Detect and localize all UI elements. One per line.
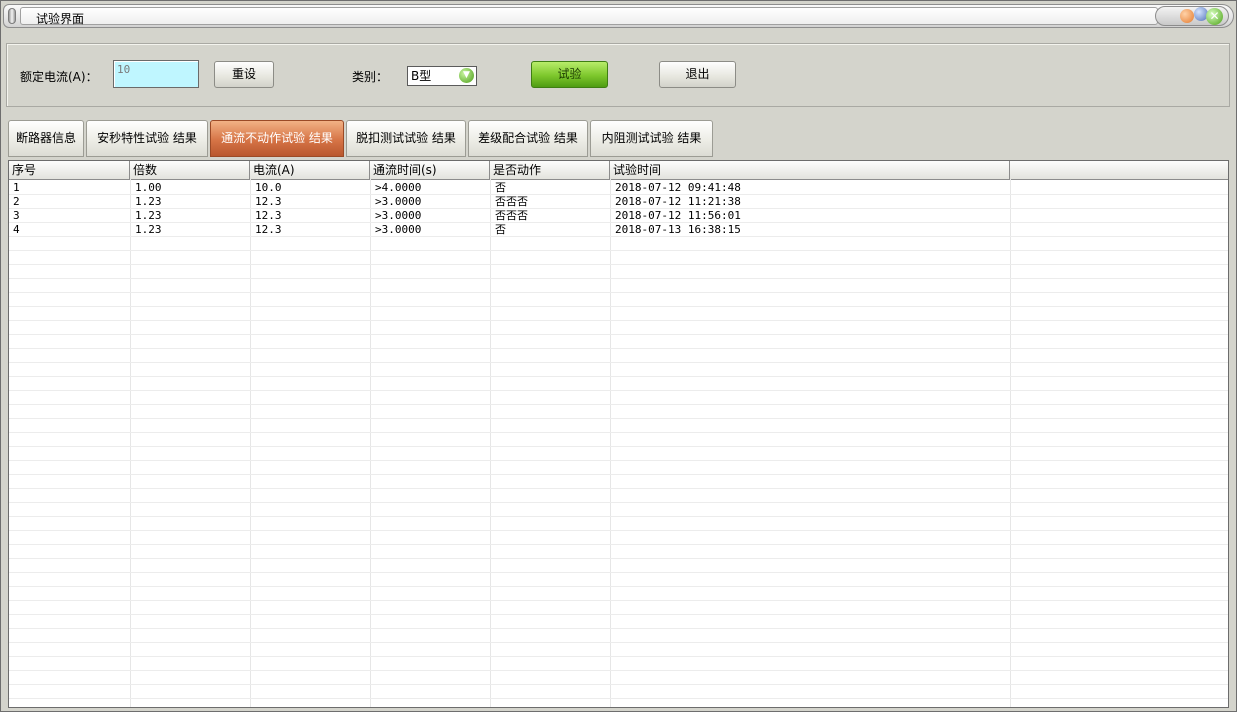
cell-multiple: 1.23	[135, 223, 162, 236]
reset-button[interactable]: 重设	[214, 61, 274, 88]
cell-tripped: 否	[495, 181, 506, 194]
results-table[interactable]: 序号 倍数 电流(A) 通流时间(s) 是否动作 试验时间 1 1.00 10.…	[8, 160, 1229, 708]
control-panel: 额定电流(A)： 10 重设 类别： B型 ▼ 试验 退出	[6, 43, 1230, 107]
table-header: 序号 倍数 电流(A) 通流时间(s) 是否动作 试验时间	[9, 161, 1228, 180]
grid-row-line	[9, 684, 1228, 685]
grid-row-line	[9, 278, 1228, 279]
grid-row-line	[9, 628, 1228, 629]
category-label: 类别：	[352, 70, 389, 84]
cell-duration: >4.0000	[375, 181, 422, 194]
grid-row-line	[9, 586, 1228, 587]
grid-row-line	[9, 530, 1228, 531]
grid-row-line	[9, 362, 1228, 363]
cell-test-time: 2018-07-13 16:38:15	[615, 223, 741, 236]
grid-row-line	[9, 572, 1228, 573]
tab-breaker-info[interactable]: 断路器信息	[8, 120, 84, 157]
cell-test-time: 2018-07-12 09:41:48	[615, 181, 741, 194]
grid-row-line	[9, 670, 1228, 671]
cell-current: 10.0	[255, 181, 282, 194]
grid-row-line	[9, 502, 1228, 503]
test-button[interactable]: 试验	[531, 61, 608, 88]
column-header-multiple[interactable]: 倍数	[130, 161, 250, 179]
title-tab	[20, 7, 1158, 25]
column-header-index[interactable]: 序号	[9, 161, 130, 179]
cell-tripped: 否否否	[495, 195, 528, 208]
category-select[interactable]: B型 ▼	[407, 66, 477, 86]
column-header-duration[interactable]: 通流时间(s)	[370, 161, 490, 179]
table-row[interactable]: 3 1.23 12.3 >3.0000 否否否 2018-07-12 11:56…	[9, 209, 1228, 223]
grid-row-line	[9, 348, 1228, 349]
grid-row-line	[9, 418, 1228, 419]
cell-duration: >3.0000	[375, 223, 422, 236]
column-header-empty	[1010, 161, 1228, 179]
grid-row-line	[9, 404, 1228, 405]
cell-duration: >3.0000	[375, 195, 422, 208]
column-header-tripped[interactable]: 是否动作	[490, 161, 610, 179]
cell-current: 12.3	[255, 209, 282, 222]
grid-row-line	[9, 292, 1228, 293]
cell-duration: >3.0000	[375, 209, 422, 222]
grid-row-line	[9, 432, 1228, 433]
title-bar[interactable]: 试验界面 ✕	[3, 4, 1234, 28]
grid-row-line	[9, 376, 1228, 377]
grid-row-line	[9, 320, 1228, 321]
cell-tripped: 否否否	[495, 209, 528, 222]
cell-index: 4	[13, 223, 20, 236]
grid-row-line	[9, 264, 1228, 265]
grid-row-line	[9, 544, 1228, 545]
cell-multiple: 1.23	[135, 209, 162, 222]
grid-row-line	[9, 446, 1228, 447]
cell-index: 2	[13, 195, 20, 208]
table-row[interactable]: 1 1.00 10.0 >4.0000 否 2018-07-12 09:41:4…	[9, 181, 1228, 195]
chevron-down-icon[interactable]: ▼	[459, 68, 474, 83]
cell-test-time: 2018-07-12 11:21:38	[615, 195, 741, 208]
grid-row-line	[9, 614, 1228, 615]
grid-row-line	[9, 488, 1228, 489]
column-header-test-time[interactable]: 试验时间	[610, 161, 1010, 179]
cell-tripped: 否	[495, 223, 506, 236]
table-row[interactable]: 2 1.23 12.3 >3.0000 否否否 2018-07-12 11:21…	[9, 195, 1228, 209]
main-window: 试验界面 ✕ 额定电流(A)： 10 重设 类别： B型 ▼ 试验 退出 断路器…	[0, 0, 1237, 712]
cell-test-time: 2018-07-12 11:56:01	[615, 209, 741, 222]
tab-coordination-result[interactable]: 差级配合试验 结果	[468, 120, 588, 157]
cell-multiple: 1.00	[135, 181, 162, 194]
category-select-value: B型	[411, 69, 432, 83]
grid-row-line	[9, 334, 1228, 335]
cell-multiple: 1.23	[135, 195, 162, 208]
tab-resistance-result[interactable]: 内阻测试试验 结果	[590, 120, 713, 157]
window-title: 试验界面	[36, 12, 85, 26]
table-row[interactable]: 4 1.23 12.3 >3.0000 否 2018-07-13 16:38:1…	[9, 223, 1228, 237]
grid-row-line	[9, 460, 1228, 461]
minimize-icon[interactable]	[1180, 9, 1194, 23]
grid-row-line	[9, 656, 1228, 657]
cell-index: 3	[13, 209, 20, 222]
window-controls: ✕	[1155, 6, 1229, 26]
grid-row-line	[9, 600, 1228, 601]
rated-current-input[interactable]: 10	[113, 60, 199, 88]
grid-row-line	[9, 642, 1228, 643]
cell-current: 12.3	[255, 223, 282, 236]
grid-row-line	[9, 250, 1228, 251]
tab-no-trip-result[interactable]: 通流不动作试验 结果	[210, 120, 344, 157]
grid-row-line	[9, 306, 1228, 307]
cell-current: 12.3	[255, 195, 282, 208]
grid-row-line	[9, 516, 1228, 517]
grid-row-line	[9, 474, 1228, 475]
tab-ampere-second-result[interactable]: 安秒特性试验 结果	[86, 120, 208, 157]
grid-row-line	[9, 558, 1228, 559]
rated-current-label: 额定电流(A)：	[20, 70, 98, 84]
tab-trip-test-result[interactable]: 脱扣测试试验 结果	[346, 120, 466, 157]
window-grip-icon[interactable]	[8, 8, 16, 24]
cell-index: 1	[13, 181, 20, 194]
exit-button[interactable]: 退出	[659, 61, 736, 88]
column-header-current[interactable]: 电流(A)	[250, 161, 370, 179]
grid-row-line	[9, 698, 1228, 699]
grid-row-line	[9, 390, 1228, 391]
close-icon[interactable]: ✕	[1206, 8, 1223, 25]
